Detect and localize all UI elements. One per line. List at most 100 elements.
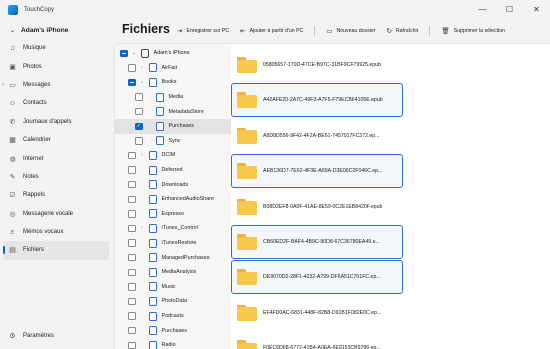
tree-checkbox[interactable] xyxy=(128,151,136,160)
file-tile[interactable]: A8D8D556-9F42-4F2A-BE61-7457017FC372.ep.… xyxy=(231,119,403,153)
sidebar-item-calendrier[interactable]: ▦ Calendrier xyxy=(0,131,112,149)
device-header[interactable]: ⌄ Adam's iPhone xyxy=(0,21,112,39)
toolbar: ⇥ Enregistrer sur PC ⇤ Ajouter à partir d'u… xyxy=(177,24,516,38)
tree-row[interactable]: Downloads xyxy=(115,177,231,192)
tree-row[interactable]: ⌄ Adam's iPhone xyxy=(115,46,231,61)
add-from-pc-button[interactable]: ⇤ Ajouter à partir d'un PC xyxy=(240,27,303,35)
tree-row-label: Sync xyxy=(168,137,181,144)
chevron-right-icon[interactable]: › xyxy=(139,65,146,71)
app-folder-icon xyxy=(155,107,164,117)
tree-row[interactable]: EnhancedAudioShare xyxy=(115,192,231,207)
file-tile[interactable]: F0EC6D68-6772-41B4-A0EA-6E9153CB9786.ep.… xyxy=(231,331,403,349)
tree-checkbox[interactable] xyxy=(128,166,136,174)
sidebar-item-label: Rappels xyxy=(23,192,46,199)
sidebar-item-messagerie-vocale[interactable]: ◎ Messagerie vocale xyxy=(0,205,112,223)
folder-icon xyxy=(237,163,257,180)
tree-checkbox[interactable] xyxy=(128,253,136,262)
sidebar-item-contacts[interactable]: ☺ Contacts xyxy=(0,94,112,112)
tree-checkbox[interactable] xyxy=(128,283,136,291)
chevron-down-icon[interactable]: ⌄ xyxy=(139,79,146,85)
tree-row[interactable]: Purchases xyxy=(115,323,231,338)
toolbar-divider xyxy=(314,26,316,36)
file-name: A8D8D556-9F42-4F2A-BE61-7457017FC372.ep.… xyxy=(263,132,380,139)
sidebar-item-photos[interactable]: ▣ Photos xyxy=(0,57,112,75)
file-tile[interactable]: B08D2EF8-0A0F-41AE-8E59-0C2E1EB8420F.epu… xyxy=(231,190,403,224)
sidebar-item-label: Messages xyxy=(23,81,51,88)
tree-row[interactable]: PhotoData xyxy=(115,294,231,309)
close-button[interactable]: ✕ xyxy=(523,0,550,19)
chevron-right-icon[interactable]: › xyxy=(139,225,146,231)
tree-row[interactable]: › AirFair xyxy=(115,61,231,76)
tree-checkbox[interactable] xyxy=(128,78,136,87)
sidebar-item-journaux-d-appels[interactable]: ✆ Journaux d'appels xyxy=(0,113,112,131)
chevron-right-icon[interactable]: › xyxy=(2,82,4,88)
file-name: F0EC6D68-6772-41B4-A0EA-6E9153CB9786.ep.… xyxy=(263,345,381,349)
sidebar-item-messages[interactable]: › ▭ Messages xyxy=(0,76,112,94)
tree-row[interactable]: MediaAnalysis xyxy=(115,265,231,280)
tree-checkbox[interactable] xyxy=(128,210,136,218)
tree-row[interactable]: Media xyxy=(115,90,231,105)
chevron-down-icon[interactable]: ⌄ xyxy=(131,50,138,56)
tree-row[interactable]: Espresso xyxy=(115,207,231,222)
app-folder-icon xyxy=(148,238,157,248)
file-tile[interactable]: DE9070D2-28F1-4232-A799-DF6A51C701FC.ep.… xyxy=(231,260,403,295)
tree-checkbox[interactable] xyxy=(128,312,136,320)
folder-icon xyxy=(237,304,257,321)
tree-row[interactable]: ✓ Purchases xyxy=(115,119,231,134)
tree-row-label: MetadataStore xyxy=(168,108,204,115)
tree-row[interactable]: › DCIM xyxy=(115,148,231,163)
refresh-icon: ↻ xyxy=(386,28,392,35)
tree-checkbox[interactable] xyxy=(135,137,143,145)
tree-row[interactable]: iTunesRestore xyxy=(115,236,231,251)
tree-row[interactable]: MetadataStore xyxy=(115,104,231,119)
tree-checkbox[interactable] xyxy=(128,195,136,204)
tree-checkbox[interactable] xyxy=(128,268,136,277)
file-name: A42AFE20-2A7C-49F3-A7F5-F79ECB64105E.epu… xyxy=(263,97,383,104)
tree-row[interactable]: Deferred xyxy=(115,163,231,178)
tree-row[interactable]: ManagedPurchases xyxy=(115,250,231,265)
file-tile[interactable]: 05805657-170D-47CE-B97C-31BF9CF79925.epu… xyxy=(231,48,403,82)
tree-checkbox[interactable] xyxy=(128,239,136,247)
sidebar-item-notes[interactable]: ✎ Notes xyxy=(0,168,112,186)
tree-row[interactable]: Music xyxy=(115,280,231,295)
save-to-pc-button[interactable]: ⇥ Enregistrer sur PC xyxy=(177,27,229,35)
tree-row[interactable]: Radio xyxy=(115,338,231,349)
sidebar-item-internet[interactable]: ◍ Internet xyxy=(0,149,112,167)
tree-checkbox[interactable] xyxy=(135,107,143,116)
chevron-right-icon[interactable]: › xyxy=(139,152,146,158)
tree-row[interactable]: Podcasts xyxy=(115,309,231,324)
minimize-button[interactable]: — xyxy=(469,0,496,19)
tree-row-label: Radio xyxy=(161,342,176,349)
scrollbar[interactable] xyxy=(546,50,548,345)
sidebar-nav: ♫ Musique ▣ Photos › ▭ Messages ☺ Contacts ✆ Journ… xyxy=(0,39,112,260)
file-name: EF4FD0AC-6831-448F-82B8-D91B1F082E0C.ep.… xyxy=(263,309,382,316)
folder-tree: ⌄ Adam's iPhone › AirFair ⌄ Books Media Metadat… xyxy=(115,44,231,349)
tree-checkbox[interactable] xyxy=(128,326,136,335)
sidebar-item-fichiers[interactable]: ▤ Fichiers xyxy=(3,241,109,260)
tree-row[interactable]: Sync xyxy=(115,134,231,149)
sidebar-item-m-mos-vocaux[interactable]: ♬ Mémos vocaux xyxy=(0,223,112,241)
delete-selection-button[interactable]: 🗑 Supprimer la sélection xyxy=(441,27,505,35)
refresh-button[interactable]: ↻ Rafraîchir xyxy=(386,27,418,35)
toolbar-button-label: Enregistrer sur PC xyxy=(186,28,230,34)
tree-checkbox[interactable] xyxy=(128,64,136,72)
tree-checkbox[interactable] xyxy=(135,93,143,101)
file-tile[interactable]: CB60ED2F-BAF4-4B9C-80D8-67C36780EA49.e..… xyxy=(231,225,403,259)
file-tile[interactable]: AEB136D7-7E62-4F3E-A69A-D3E06C2F046C.ep.… xyxy=(231,154,403,189)
sidebar-item-musique[interactable]: ♫ Musique xyxy=(0,39,112,57)
tree-checkbox[interactable] xyxy=(128,297,136,306)
tree-row[interactable]: ⌄ Books xyxy=(115,75,231,90)
maximize-button[interactable]: ☐ xyxy=(496,0,523,19)
tree-checkbox[interactable] xyxy=(120,49,128,58)
tree-checkbox[interactable] xyxy=(128,224,136,233)
sidebar-item-settings[interactable]: ⚙ Paramètres xyxy=(0,327,112,345)
file-tile[interactable]: EF4FD0AC-6831-448F-82B8-D91B1F082E0C.ep.… xyxy=(231,296,403,330)
content-panel: ⌄ Adam's iPhone › AirFair ⌄ Books Media Metadat… xyxy=(114,43,550,349)
file-tile[interactable]: A42AFE20-2A7C-49F3-A7F5-F79ECB64105E.epu… xyxy=(231,83,403,118)
tree-checkbox[interactable]: ✓ xyxy=(135,122,143,131)
tree-row[interactable]: › iTunes_Control xyxy=(115,221,231,236)
tree-checkbox[interactable] xyxy=(128,341,136,349)
new-folder-button[interactable]: ▭ Nouveau dossier xyxy=(326,27,375,35)
tree-checkbox[interactable] xyxy=(128,180,136,189)
sidebar-item-rappels[interactable]: ☑ Rappels xyxy=(0,186,112,204)
